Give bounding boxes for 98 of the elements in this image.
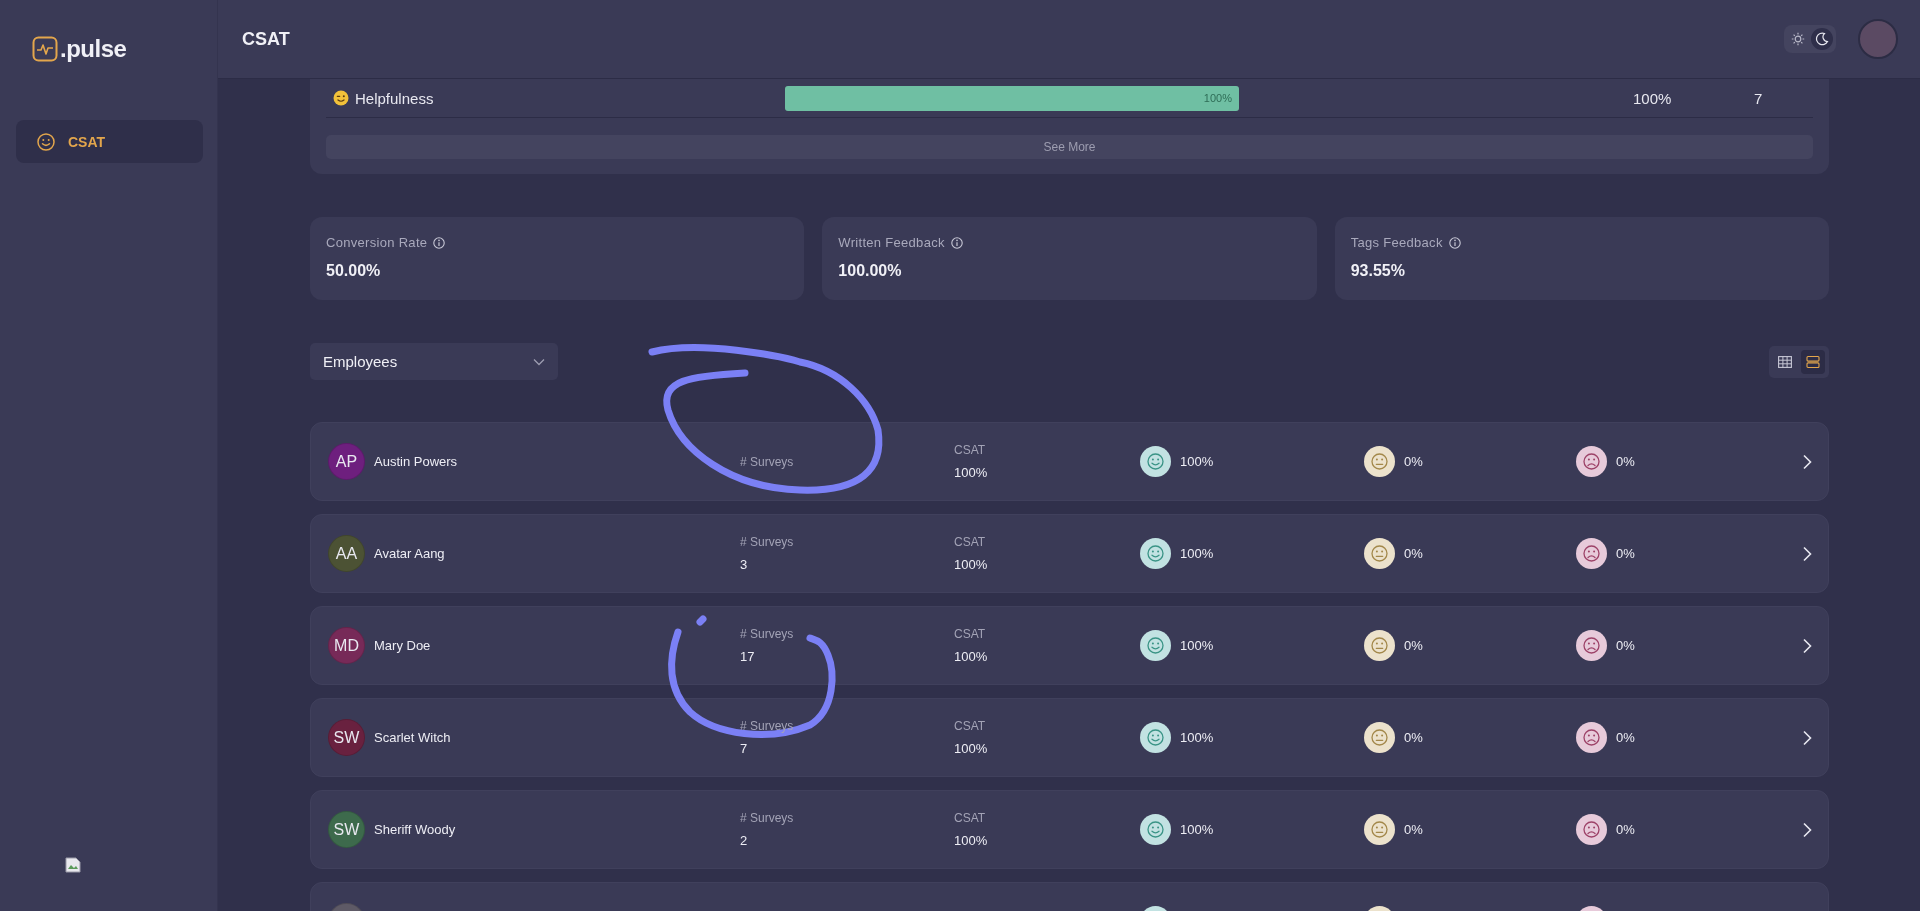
employee-name: Scarlet Witch <box>374 730 451 745</box>
sad-face-icon <box>1576 814 1607 845</box>
csat-label: CSAT <box>954 443 986 457</box>
employee-name: Avatar Aang <box>374 546 445 561</box>
negative-percent: 0% <box>1616 638 1635 653</box>
neutral-face-icon <box>1364 722 1395 753</box>
surveys-count: 3 <box>740 557 748 572</box>
negative-percent: 0% <box>1616 730 1635 745</box>
positive-percent: 100% <box>1180 638 1214 653</box>
chevron-down-icon <box>533 357 545 366</box>
pulse-logo-icon <box>32 36 58 62</box>
csat-label: CSAT <box>954 811 986 825</box>
csat-label: CSAT <box>954 627 986 641</box>
employee-name: Sheriff Woody <box>374 822 456 837</box>
rating-count: 7 <box>1754 89 1764 107</box>
happy-face-icon <box>1140 538 1171 569</box>
employee-avatar: MD <box>328 627 365 664</box>
rating-label: Helpfulness <box>355 89 434 107</box>
happy-face-icon <box>1140 446 1171 477</box>
happy-face-icon <box>1140 814 1171 845</box>
neutral-face-icon <box>1364 538 1395 569</box>
list-view-button[interactable] <box>1801 349 1825 374</box>
info-icon <box>950 236 963 249</box>
surveys-label: # Surveys <box>740 535 794 549</box>
neutral-face-icon <box>1364 446 1395 477</box>
happy-face-icon <box>1140 630 1171 661</box>
info-icon <box>1448 236 1461 249</box>
sad-face-icon <box>1576 722 1607 753</box>
employee-avatar: SW <box>328 811 365 848</box>
neutral-percent: 0% <box>1404 730 1423 745</box>
rating-percent: 100% <box>1633 89 1673 107</box>
happy-face-icon <box>1140 722 1171 753</box>
employee-name: Mary Doe <box>374 638 431 653</box>
metric-label: Tags Feedback <box>1350 235 1443 250</box>
table-grid-icon <box>1778 354 1792 369</box>
negative-percent: 0% <box>1616 546 1635 561</box>
surveys-label: # Surveys <box>740 627 794 641</box>
positive-percent: 100% <box>1180 546 1214 561</box>
sun-icon <box>1791 32 1805 46</box>
surveys-label: # Surveys <box>740 454 794 469</box>
negative-percent: 0% <box>1616 454 1635 469</box>
neutral-face-icon <box>1364 630 1395 661</box>
chevron-right-icon <box>1802 545 1812 562</box>
metric-value: 93.55% <box>1350 262 1405 280</box>
employee-avatar: AP <box>328 443 365 480</box>
employee-avatar: SW <box>328 719 365 756</box>
surveys-label: # Surveys <box>740 811 794 825</box>
chevron-right-icon <box>1802 729 1812 746</box>
metric-value: 50.00% <box>326 262 381 280</box>
nav-item[interactable]: CSAT <box>16 120 203 163</box>
positive-percent: 100% <box>1180 730 1214 745</box>
metric-label: Written Feedback <box>838 235 945 250</box>
dark-mode-button[interactable] <box>1811 28 1833 50</box>
chevron-right-icon <box>1802 821 1812 838</box>
chevron-right-icon <box>1802 637 1812 654</box>
csat-value: 100% <box>954 833 988 848</box>
neutral-face-icon <box>1364 814 1395 845</box>
employee-card[interactable]: SW Scarlet Witch # Surveys 7 CSAT 100% 100% 0% 0% <box>310 698 1829 777</box>
chevron-right-icon <box>1802 453 1812 470</box>
wink-face-icon <box>333 90 349 106</box>
csat-label: CSAT <box>954 535 986 549</box>
broken-image-icon <box>65 857 81 873</box>
smiley-icon <box>36 131 56 152</box>
employees-dropdown[interactable]: Employees <box>310 343 558 380</box>
csat-label: CSAT <box>954 719 986 733</box>
neutral-percent: 0% <box>1404 638 1423 653</box>
progress-label: 100% <box>1203 92 1233 104</box>
csat-value: 100% <box>954 557 988 572</box>
neutral-percent: 0% <box>1404 822 1423 837</box>
employee-avatar: AA <box>328 535 365 572</box>
csat-value: 100% <box>954 741 988 756</box>
csat-value: 100% <box>954 465 988 480</box>
surveys-label: # Surveys <box>740 719 794 733</box>
employee-card[interactable]: MD Mary Doe # Surveys 17 CSAT 100% 100% 0% 0% <box>310 606 1829 685</box>
list-grid-icon <box>1806 354 1820 369</box>
info-icon <box>433 236 446 249</box>
positive-percent: 100% <box>1180 822 1214 837</box>
sad-face-icon <box>1576 630 1607 661</box>
metric-label: Conversion Rate <box>326 235 428 250</box>
csat-value: 100% <box>954 649 988 664</box>
page-title: CSAT <box>242 28 291 50</box>
employee-name: Austin Powers <box>374 454 458 469</box>
moon-icon <box>1815 32 1829 46</box>
surveys-count: 2 <box>740 833 748 848</box>
employee-card[interactable]: AA Avatar Aang # Surveys 3 CSAT 100% 100% 0% 0% <box>310 514 1829 593</box>
surveys-count: 7 <box>740 741 748 756</box>
employee-card[interactable]: AP Austin Powers # Surveys CSAT 100% 100% 0% 0% <box>310 422 1829 501</box>
surveys-count: 17 <box>740 649 755 664</box>
negative-percent: 0% <box>1616 822 1635 837</box>
sad-face-icon <box>1576 446 1607 477</box>
metric-value: 100.00% <box>838 262 902 280</box>
neutral-percent: 0% <box>1404 454 1423 469</box>
neutral-percent: 0% <box>1404 546 1423 561</box>
positive-percent: 100% <box>1180 454 1214 469</box>
sad-face-icon <box>1576 538 1607 569</box>
logo-text: .pulse <box>60 35 127 63</box>
see-more-button[interactable]: See More <box>326 135 1813 159</box>
employee-card[interactable]: SW Sheriff Woody # Surveys 2 CSAT 100% 100% 0% 0% <box>310 790 1829 869</box>
